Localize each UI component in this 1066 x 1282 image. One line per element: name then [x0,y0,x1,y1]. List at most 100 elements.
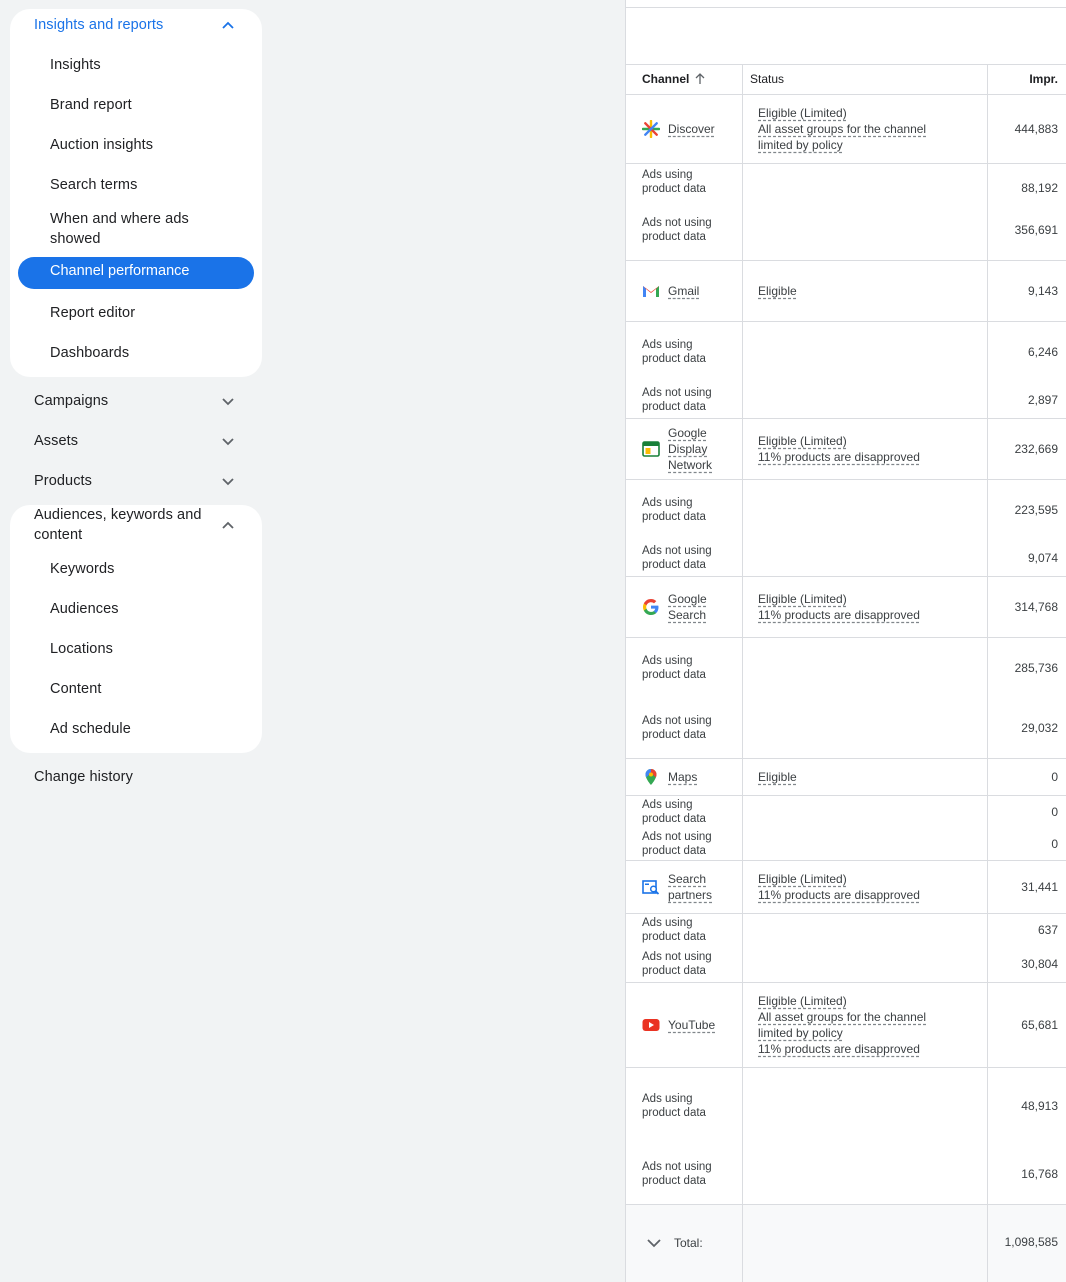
sub-row-label-using: Ads using product data [642,1093,706,1119]
impr-value-using: 88,192 [1021,181,1058,195]
sub-row-label-not-using: Ads not using product data [642,545,712,571]
insights-and-reports-header[interactable]: Insights and reports [34,15,163,35]
status-text: Eligible (Limited) [758,592,847,606]
nav-content[interactable]: Content [50,679,102,699]
sub-row-label-using: Ads using product data [642,799,706,825]
search-partners-icon [642,878,660,896]
nav-change-history[interactable]: Change history [34,767,133,787]
divider [626,94,1066,95]
nav-dashboards[interactable]: Dashboards [50,343,129,363]
status-link[interactable]: Eligible (Limited) [758,993,978,1009]
status-link[interactable]: Eligible [758,283,978,299]
nav-audiences[interactable]: Audiences [50,599,119,619]
status-link[interactable]: limited by policy [758,137,978,153]
status-link[interactable]: limited by policy [758,1025,978,1041]
impr-value: 65,681 [1021,1018,1058,1032]
divider [626,860,1066,861]
sub-row-label-using: Ads using product data [642,497,706,523]
impr-value-not-using: 9,074 [1027,551,1058,565]
column-header-impr[interactable]: Impr. [1029,72,1058,86]
nav-when-where-ads-showed[interactable]: When and where ads showed [50,209,210,249]
nav-campaigns[interactable]: Campaigns [34,391,108,411]
google-search-icon [642,598,660,616]
channel-link-maps[interactable]: Maps [668,769,697,785]
channel-link-google-display-network[interactable]: Google Display Network [668,425,712,473]
column-divider [742,64,743,1282]
nav-insights[interactable]: Insights [50,55,101,75]
status-cell: Eligible (Limited) 11% products are disap… [758,871,978,903]
channel-name-line: partners [668,888,713,902]
divider [626,418,1066,419]
channel-name-line: Search [668,872,707,886]
sub-row-label-using: Ads using product data [642,655,706,681]
chevron-down-icon[interactable] [220,393,236,409]
column-header-channel[interactable]: Channel [642,72,705,86]
channel-name-line: Gmail [668,284,700,298]
status-cell: Eligible (Limited) All asset groups for t… [758,993,978,1057]
nav-products[interactable]: Products [34,471,92,491]
sub-row-label-using: Ads using product data [642,917,706,943]
nav-keywords[interactable]: Keywords [50,559,114,579]
channel-link-search-partners[interactable]: Search partners [668,871,712,903]
nav-ad-schedule[interactable]: Ad schedule [50,719,131,739]
discover-icon [641,119,661,139]
divider [626,64,1066,65]
nav-search-terms[interactable]: Search terms [50,175,137,195]
chevron-up-icon[interactable] [220,17,236,33]
impr-value: 0 [1051,770,1058,784]
nav-auction-insights[interactable]: Auction insights [50,135,153,155]
youtube-icon [642,1016,660,1034]
divider [626,479,1066,480]
channel-link-youtube[interactable]: YouTube [668,1017,715,1033]
sub-row-label-not-using: Ads not using product data [642,951,712,977]
column-header-status[interactable]: Status [750,72,784,86]
status-text: Eligible (Limited) [758,872,847,886]
chevron-down-icon[interactable] [220,433,236,449]
channel-link-gmail[interactable]: Gmail [668,283,699,299]
chevron-down-icon[interactable] [220,473,236,489]
nav-channel-performance[interactable]: Channel performance [18,257,254,289]
status-text: 11% products are disapproved [758,1042,920,1056]
channel-name-line: Google [668,592,707,606]
divider [626,260,1066,261]
divider [626,163,1066,164]
channel-link-google-search[interactable]: Google Search [668,591,707,623]
status-text: Eligible (Limited) [758,106,847,120]
status-text: Eligible [758,770,797,784]
nav-report-editor[interactable]: Report editor [50,303,135,323]
status-link[interactable]: Eligible [758,769,978,785]
status-link[interactable]: 11% products are disapproved [758,449,978,465]
impr-value-not-using: 356,691 [1014,223,1058,237]
status-link[interactable]: Eligible (Limited) [758,105,978,121]
nav-locations[interactable]: Locations [50,639,113,659]
status-link[interactable]: All asset groups for the channel [758,1009,978,1025]
sub-row-label-not-using: Ads not using product data [642,831,712,857]
impr-value: 444,883 [1014,122,1058,136]
status-text: 11% products are disapproved [758,450,920,464]
status-link[interactable]: 11% products are disapproved [758,887,978,903]
status-link[interactable]: Eligible (Limited) [758,591,978,607]
status-cell: Eligible [758,283,978,299]
impr-value: 9,143 [1027,284,1058,298]
divider [626,982,1066,983]
status-link[interactable]: Eligible (Limited) [758,871,978,887]
chevron-up-icon[interactable] [220,517,236,533]
divider [626,637,1066,638]
status-link[interactable]: 11% products are disapproved [758,607,978,623]
nav-brand-report[interactable]: Brand report [50,95,132,115]
audiences-keywords-content-header[interactable]: Audiences, keywords and content [34,505,214,545]
impr-value-using: 285,736 [1014,661,1058,675]
sub-row-label-not-using: Ads not using product data [642,217,712,243]
channel-link-discover[interactable]: Discover [668,121,715,137]
status-cell: Eligible (Limited) All asset groups for t… [758,105,978,153]
status-link[interactable]: 11% products are disapproved [758,1041,978,1057]
status-text: 11% products are disapproved [758,888,920,902]
impr-value-not-using: 16,768 [1021,1167,1058,1181]
divider [626,1067,1066,1068]
total-label: Total: [674,1236,703,1250]
status-link[interactable]: All asset groups for the channel [758,121,978,137]
status-link[interactable]: Eligible (Limited) [758,433,978,449]
total-impr: 1,098,585 [1004,1235,1058,1249]
chevron-down-icon[interactable] [646,1235,662,1251]
nav-assets[interactable]: Assets [34,431,78,451]
